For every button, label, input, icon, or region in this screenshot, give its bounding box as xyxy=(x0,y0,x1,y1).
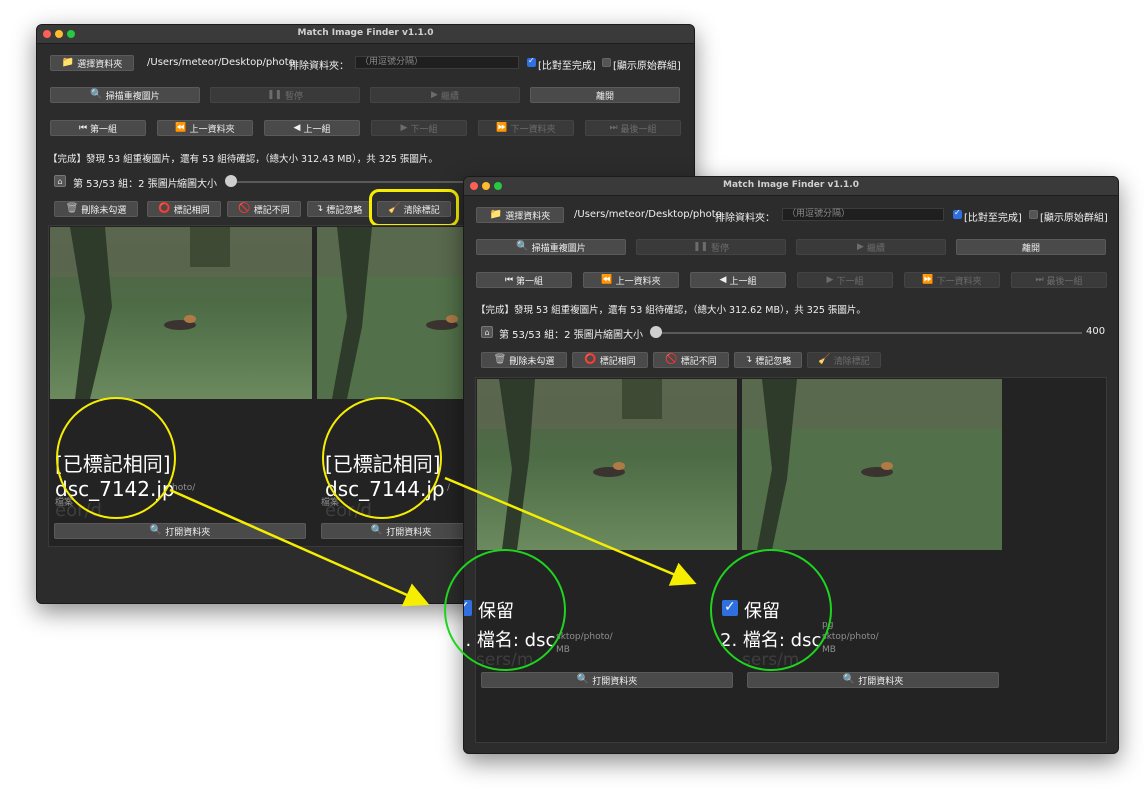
annotation-arrows xyxy=(169,476,697,607)
arrow-card1 xyxy=(169,488,430,607)
arrow-card2 xyxy=(444,476,697,586)
